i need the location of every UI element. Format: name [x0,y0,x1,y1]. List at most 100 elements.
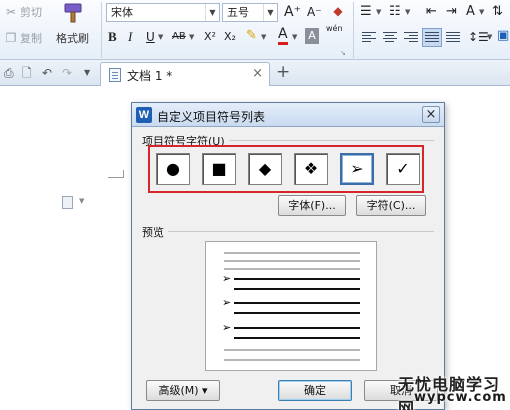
bullet-option-diamond[interactable]: ◆ [248,153,282,185]
preview-bullet: ➢ [222,296,232,309]
page-margin-marker [108,177,124,178]
preview-line [224,359,360,361]
bullet-option-clover[interactable]: ❖ [294,153,328,185]
chevron-down-icon[interactable]: ▼ [261,28,266,46]
preview-line [224,268,360,270]
cut-label: 剪切 [20,6,42,19]
preview-bullet: ➢ [222,272,232,285]
align-left-icon[interactable] [362,32,376,44]
ok-button[interactable]: 确定 [278,380,352,401]
highlight-icon[interactable]: ✎ [246,27,257,45]
bullets-icon[interactable]: ☰ [360,3,372,21]
chevron-down-icon[interactable]: ▼ [292,28,297,46]
bullet-option-square[interactable]: ■ [202,153,236,185]
chevron-down-icon[interactable]: ▼ [487,28,492,46]
font-color-button[interactable]: A [278,27,288,45]
chevron-down-icon[interactable]: ▼ [405,3,410,21]
dialog-close-button[interactable]: × [422,106,440,123]
subscript-button[interactable]: X₂ [224,28,236,46]
clear-format-icon[interactable]: ◆ [330,2,346,20]
format-painter-button[interactable]: 格式刷 [56,30,89,46]
preview-line [234,302,360,304]
redo-icon[interactable]: ↷ [62,64,72,82]
grow-font-button[interactable]: A⁺ [284,3,301,21]
ribbon-separator [101,2,102,58]
bullet-preview: ➢ ➢ ➢ [205,241,377,371]
strikethrough-button[interactable]: AB [172,28,186,46]
font-size-value: 五号 [227,6,249,19]
print-icon[interactable]: ⎙ [4,64,14,82]
superscript-button[interactable]: X² [204,28,216,46]
advanced-button[interactable]: 高级(M) ▾ [146,380,220,401]
underline-button[interactable]: U [146,28,155,46]
site-watermark-url: wypcw.com [414,390,507,405]
close-icon[interactable]: × [252,66,263,81]
chevron-down-icon[interactable]: ▼ [376,3,381,21]
line-spacing-icon[interactable]: ↕☰ [468,28,489,46]
chevron-down-icon[interactable]: ▼ [205,4,219,21]
preview-line [224,252,360,254]
copy-icon: ❐ [5,31,17,45]
chevron-down-icon[interactable]: ▼ [158,28,163,46]
font-size-combo[interactable]: 五号 ▼ [222,3,278,22]
document-tab-title: 文档 1 * [127,69,173,83]
align-center-icon[interactable] [383,32,397,44]
preview-line [224,349,360,351]
preview-line [234,312,360,314]
copy-button[interactable]: ❐ 复制 [4,30,42,46]
cut-button[interactable]: ✂ 剪切 [4,4,42,20]
ribbon: ✂ 剪切 ❐ 复制 格式刷 宋体 ▼ 五号 ▼ A⁺ A⁻ ◆ B I U ▼ … [0,0,510,60]
document-float-icon[interactable] [62,196,73,209]
preview-line [224,260,360,262]
sort-icon[interactable]: ⇅ [492,3,503,21]
font-name-combo[interactable]: 宋体 ▼ [106,3,220,22]
increase-indent-icon[interactable]: ⇥ [446,3,457,21]
chevron-down-icon[interactable]: ▼ [79,197,84,205]
dialog-titlebar[interactable]: W 自定义项目符号列表 × [132,103,444,127]
document-icon [109,68,121,82]
char-shading-button[interactable]: A [305,28,319,44]
format-painter-label: 格式刷 [56,32,89,45]
page-margin-marker [123,170,124,178]
numbering-icon[interactable]: ☷ [389,3,401,21]
chevron-down-icon[interactable]: ▼ [263,4,277,21]
bullet-symbol-row: ● ■ ◆ ❖ ➢ ✓ [148,145,424,193]
text-direction-icon[interactable]: A [466,3,475,21]
bullet-option-dot[interactable]: ● [156,153,190,185]
wps-writer-icon: W [136,107,152,123]
bullet-option-check[interactable]: ✓ [386,153,420,185]
customize-quick-access-icon[interactable]: ▼ [84,64,90,82]
preview-line [234,327,360,329]
preview-line [234,337,360,339]
undo-icon[interactable]: ↶ [42,64,52,82]
ribbon-separator [353,2,354,58]
preview-bullet: ➢ [222,321,232,334]
tab-bar: ⎙ 🗋 ↶ ↷ ▼ 文档 1 * × + [0,60,510,86]
copy-label: 复制 [20,32,42,45]
character-button[interactable]: 字符(C)... [356,195,426,216]
paragraph-icon[interactable]: ▣ [497,27,509,45]
print-preview-icon[interactable]: 🗋 [22,64,32,82]
chevron-down-icon[interactable]: ▼ [479,3,484,21]
bullet-option-arrow[interactable]: ➢ [340,153,374,185]
tab-document[interactable]: 文档 1 * × [100,62,270,86]
italic-button[interactable]: I [128,28,132,46]
group-divider [142,231,434,232]
dialog-title: 自定义项目符号列表 [157,110,266,124]
chevron-down-icon[interactable]: ▼ [189,28,194,46]
phonetic-guide-button[interactable]: wén [326,24,343,42]
custom-bullet-dialog: W 自定义项目符号列表 × 项目符号字符(U) ● ■ ◆ ❖ ➢ ✓ 字体(F… [131,102,445,410]
distributed-icon[interactable] [446,32,460,44]
decrease-indent-icon[interactable]: ⇤ [426,3,437,21]
preview-line [234,288,360,290]
new-tab-button[interactable]: + [276,63,290,81]
bold-button[interactable]: B [108,28,117,46]
shrink-font-button[interactable]: A⁻ [307,3,322,21]
scissors-icon: ✂ [5,5,17,19]
font-button[interactable]: 字体(F)... [278,195,346,216]
align-right-icon[interactable] [404,32,418,44]
preview-line [234,278,360,280]
justify-icon[interactable] [425,32,439,44]
preview-label: 预览 [142,224,168,240]
format-painter-icon[interactable] [62,2,86,24]
